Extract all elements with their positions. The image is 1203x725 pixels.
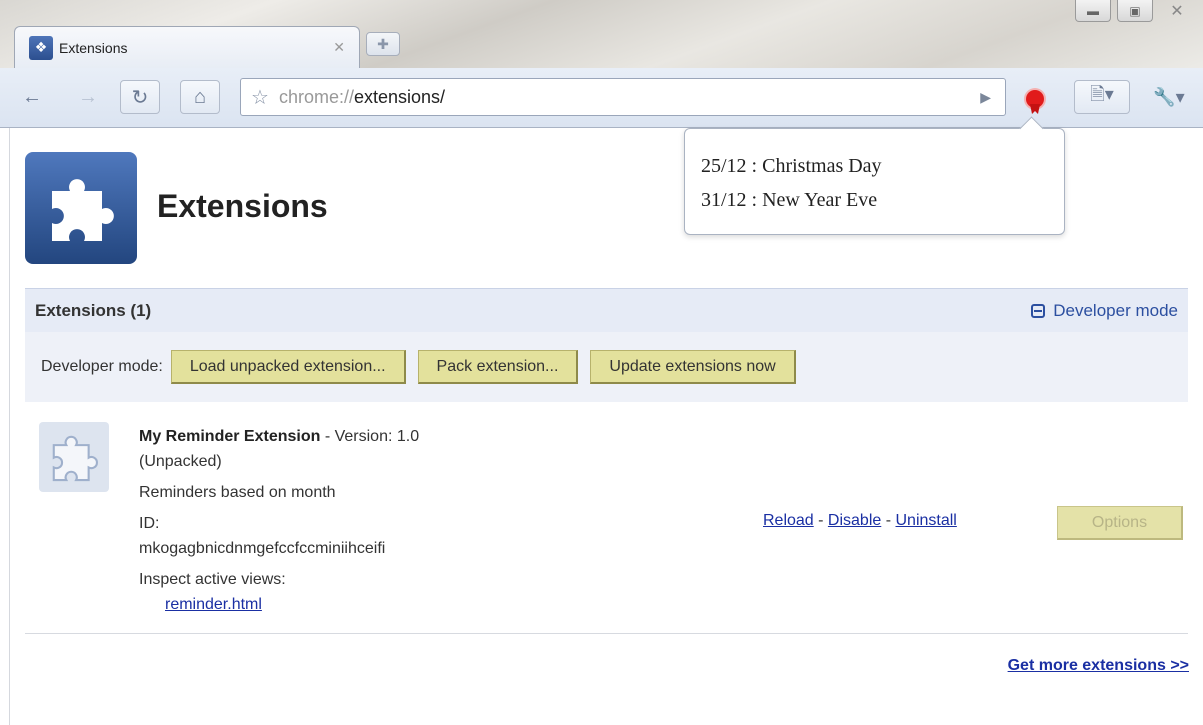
update-extensions-button[interactable]: Update extensions now (590, 350, 796, 384)
home-icon[interactable]: ⌂ (180, 80, 220, 114)
extension-icon (39, 422, 109, 492)
options-button[interactable]: Options (1057, 506, 1183, 540)
extension-version: - Version: 1.0 (320, 428, 420, 445)
extension-id-label: ID: (139, 515, 160, 532)
separator: - (813, 512, 828, 529)
window-left-border (0, 128, 10, 725)
pack-extension-button[interactable]: Pack extension... (417, 350, 579, 384)
page-menu-icon[interactable]: 🗎▾ (1074, 80, 1130, 114)
extension-actions: Reload - Disable - Uninstall (763, 512, 957, 530)
collapse-icon (1031, 303, 1046, 318)
developer-mode-bar: Developer mode: Load unpacked extension.… (25, 332, 1188, 402)
developer-mode-label: Developer mode: (41, 358, 163, 375)
address-bar[interactable]: ☆ chrome://extensions/ ▶ (240, 78, 1006, 116)
extension-unpacked: (Unpacked) (139, 453, 222, 470)
puzzle-piece-icon: ❖ (29, 35, 53, 60)
extensions-count-title: Extensions (1) (35, 300, 152, 320)
uninstall-link[interactable]: Uninstall (896, 512, 957, 529)
reload-icon[interactable]: ↻ (120, 80, 160, 114)
forward-arrow-icon[interactable]: → (74, 80, 102, 114)
ribbon-icon (1026, 90, 1044, 108)
reload-link[interactable]: Reload (763, 512, 814, 529)
url-path: extensions/ (353, 86, 446, 107)
back-arrow-icon[interactable]: ← (18, 80, 46, 114)
reminder-popup: 25/12 : Christmas Day 31/12 : New Year E… (684, 128, 1065, 235)
bookmark-star-icon[interactable]: ☆ (251, 85, 269, 110)
reminder-extension-button[interactable] (1016, 82, 1054, 116)
browser-toolbar: ← → ↻ ⌂ ☆ chrome://extensions/ ▶ 🗎▾ 🔧▾ (0, 68, 1203, 128)
reminder-line: 25/12 : Christmas Day (701, 155, 882, 177)
new-tab-button[interactable]: ✚ (366, 32, 400, 56)
window-titlebar: ▬ ▣ ✕ ❖ Extensions ✕ ✚ (0, 0, 1203, 68)
developer-mode-toggle[interactable]: Developer mode (1031, 301, 1178, 321)
extension-description: Reminders based on month (139, 484, 336, 501)
url-prefix: chrome:// (278, 86, 354, 107)
puzzle-piece-icon (52, 435, 98, 482)
window-controls: ▬ ▣ ✕ (1075, 0, 1195, 22)
url-text: chrome://extensions/ (279, 87, 445, 108)
developer-mode-toggle-label: Developer mode (1053, 300, 1178, 320)
tab-title: Extensions (59, 39, 128, 56)
load-unpacked-button[interactable]: Load unpacked extension... (170, 350, 406, 384)
inspect-views-label: Inspect active views: (139, 571, 286, 588)
inspect-view-link[interactable]: reminder.html (165, 596, 262, 613)
wrench-menu-icon[interactable]: 🔧▾ (1142, 80, 1196, 114)
extension-details: My Reminder Extension - Version: 1.0 (Un… (139, 424, 419, 617)
extension-name: My Reminder Extension (139, 428, 321, 445)
extensions-section-header: Extensions (1) Developer mode (25, 288, 1188, 332)
minimize-button[interactable]: ▬ (1075, 0, 1111, 22)
tab-extensions[interactable]: ❖ Extensions ✕ (14, 26, 360, 68)
puzzle-piece-icon (52, 179, 114, 241)
get-more-extensions-link[interactable]: Get more extensions >> (1008, 657, 1189, 675)
separator: - (881, 512, 896, 529)
extension-list-item: My Reminder Extension - Version: 1.0 (Un… (25, 402, 1188, 634)
extensions-logo (25, 152, 137, 264)
disable-link[interactable]: Disable (828, 512, 881, 529)
extension-id-value: mkogagbnicdnmgefccfccminiihceifi (139, 540, 386, 557)
reminder-line: 31/12 : New Year Eve (701, 189, 878, 211)
play-icon[interactable]: ▶ (980, 89, 991, 106)
close-window-button[interactable]: ✕ (1159, 0, 1195, 22)
maximize-button[interactable]: ▣ (1117, 0, 1153, 22)
tab-close-icon[interactable]: ✕ (333, 39, 345, 56)
extension-title-row: My Reminder Extension - Version: 1.0 (139, 424, 419, 449)
page-title: Extensions (157, 188, 328, 224)
